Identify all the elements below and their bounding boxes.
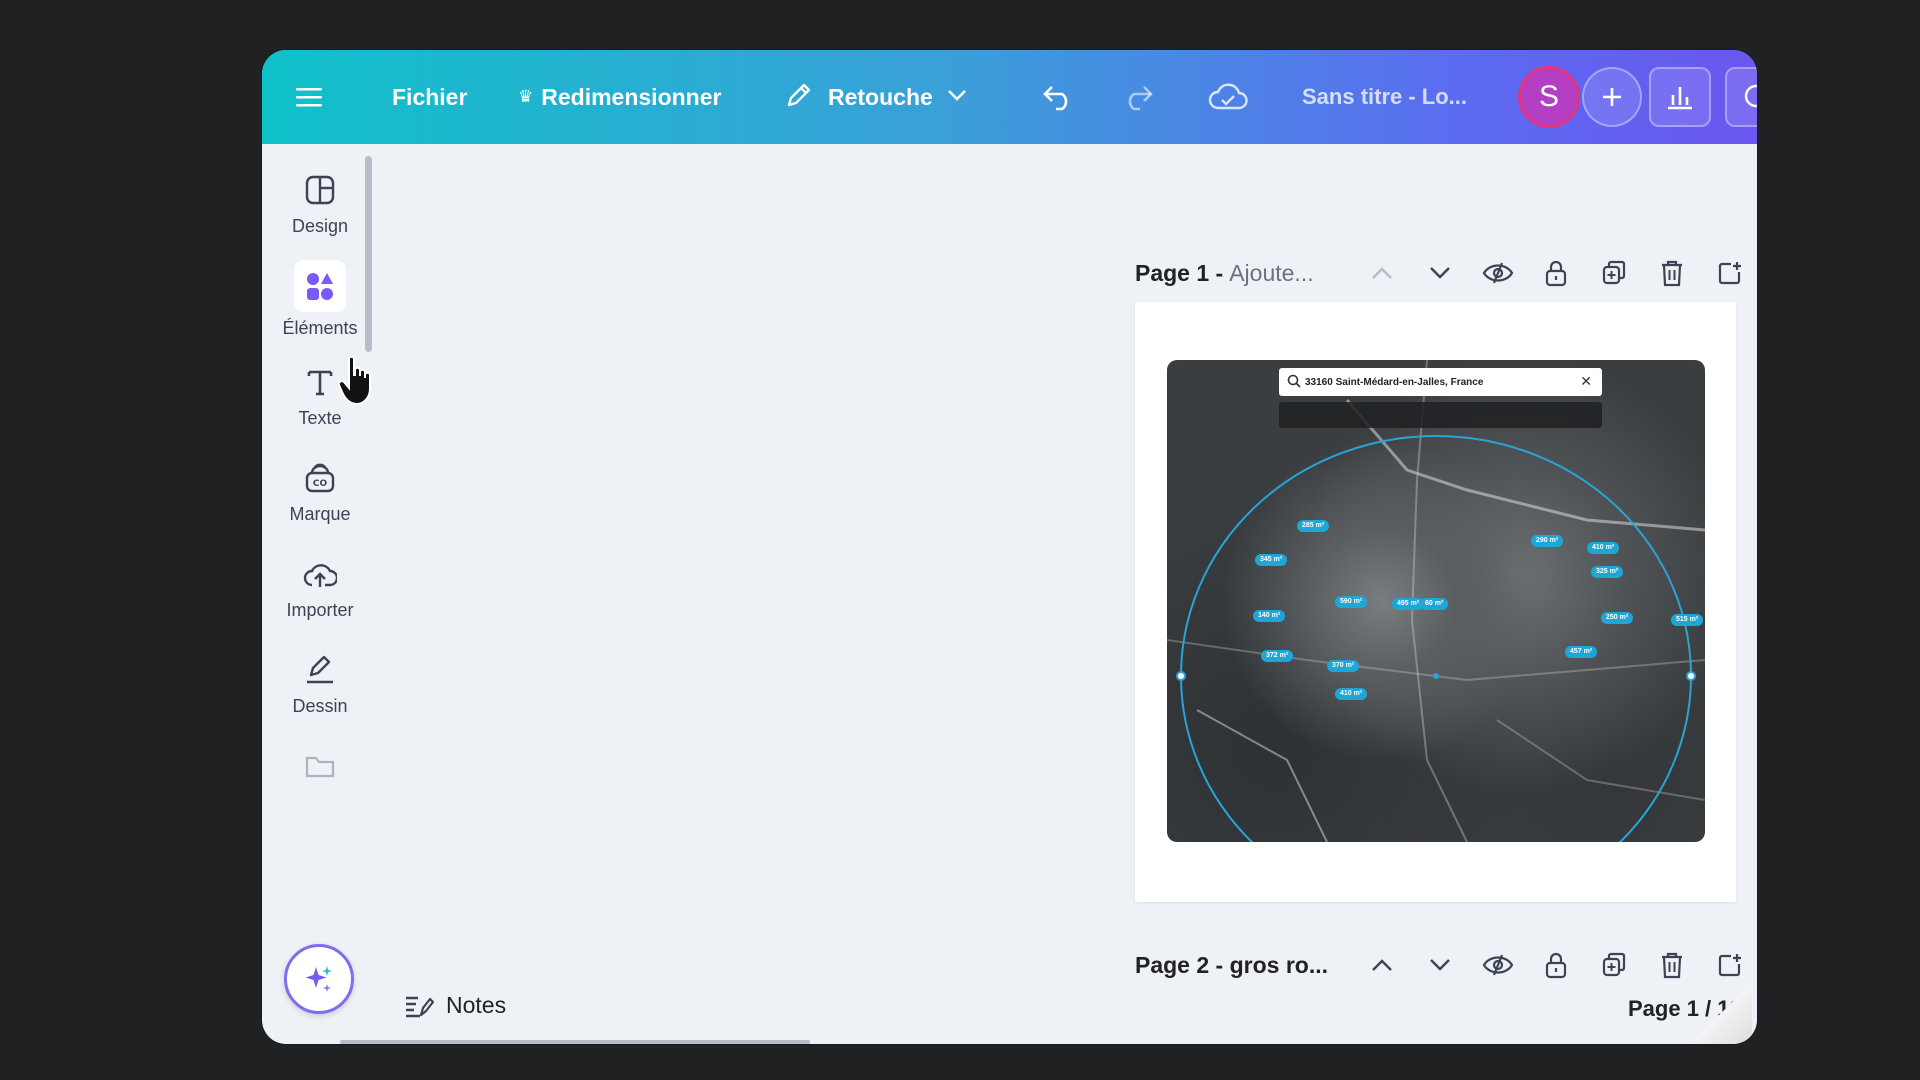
page-1-actions xyxy=(1353,253,1757,293)
sidebar-item-elements[interactable]: Éléments xyxy=(262,252,378,348)
page-2-header: Page 2 - gros ro... xyxy=(1135,945,1741,985)
map-search-bar[interactable]: 33160 Saint-Médard-en-Jalles, France ✕ xyxy=(1279,368,1602,396)
price-tag[interactable]: 590 m² xyxy=(1335,596,1368,608)
hide-eye-icon[interactable] xyxy=(1469,953,1527,977)
undo-icon[interactable] xyxy=(1042,50,1076,144)
page-1-header: Page 1 - Ajoute... xyxy=(1135,253,1741,293)
page-curl-decoration xyxy=(1682,990,1752,1044)
hand-cursor-icon xyxy=(337,355,379,412)
sidebar-item-label: Marque xyxy=(289,504,351,524)
sidebar-item-projects[interactable] xyxy=(262,732,378,828)
sidebar-item-label: Importer xyxy=(286,600,354,620)
file-menu-button[interactable]: Fichier xyxy=(392,50,467,144)
chevron-down-icon[interactable] xyxy=(1411,958,1469,972)
duplicate-icon[interactable] xyxy=(1585,952,1643,978)
notes-button[interactable]: Notes xyxy=(404,992,506,1019)
price-tag[interactable]: 457 m² xyxy=(1565,646,1598,658)
resize-button[interactable]: ♛ Redimensionner xyxy=(518,50,721,144)
top-bar: Fichier ♛ Redimensionner Retouche Sans t… xyxy=(262,50,1757,144)
bar-chart-icon xyxy=(1668,87,1692,110)
draw-icon xyxy=(300,650,340,690)
avatar[interactable]: S xyxy=(1518,66,1580,128)
satellite-map-image[interactable]: 33160 Saint-Médard-en-Jalles, France ✕ 2… xyxy=(1167,360,1705,842)
svg-text:CO: CO xyxy=(313,479,328,489)
price-tag[interactable]: 372 m² xyxy=(1261,650,1294,662)
edit-label: Retouche xyxy=(828,83,933,110)
text-icon xyxy=(300,362,340,402)
edit-menu-button[interactable]: Retouche xyxy=(784,50,967,144)
sidebar-scrollbar[interactable] xyxy=(365,156,372,352)
trash-icon[interactable] xyxy=(1643,951,1701,979)
price-tag[interactable]: 515 m² xyxy=(1671,614,1704,626)
brand-icon: CO xyxy=(300,458,340,498)
price-tag[interactable]: 325 m² xyxy=(1591,566,1624,578)
price-tag[interactable]: 140 m² xyxy=(1253,610,1286,622)
plus-icon xyxy=(1603,88,1621,106)
notes-icon xyxy=(406,996,434,1017)
price-tag[interactable]: 250 m² xyxy=(1601,612,1634,624)
price-tag[interactable]: 345 m² xyxy=(1255,554,1288,566)
left-sidebar: Design Éléments Texte CO Marque Importer xyxy=(262,144,378,1044)
magic-assistant-button[interactable] xyxy=(284,944,354,1014)
sidebar-item-design[interactable]: Design xyxy=(262,156,378,252)
redo-icon[interactable] xyxy=(1120,50,1154,144)
horizontal-scrollbar[interactable] xyxy=(340,1040,810,1044)
price-tag[interactable]: 410 m² xyxy=(1587,542,1620,554)
crown-icon: ♛ xyxy=(518,87,534,106)
sidebar-item-label: Design xyxy=(291,216,349,236)
sidebar-item-brand[interactable]: CO Marque xyxy=(262,444,378,540)
invite-plus-button[interactable] xyxy=(1582,67,1642,127)
insights-button[interactable] xyxy=(1649,67,1711,127)
document-title[interactable]: Sans titre - Lo... xyxy=(1302,50,1467,144)
price-tag[interactable]: 410 m² xyxy=(1335,688,1368,700)
pencil-icon xyxy=(784,80,814,115)
layout-icon xyxy=(300,170,340,210)
cloud-saved-icon[interactable] xyxy=(1208,50,1248,144)
price-tag[interactable]: 290 m² xyxy=(1531,535,1564,547)
page-1-subtitle[interactable]: Ajoute... xyxy=(1229,260,1313,287)
folder-icon xyxy=(300,746,340,786)
price-tag[interactable]: 370 m² xyxy=(1327,660,1360,672)
price-tag[interactable]: 285 m² xyxy=(1297,520,1330,532)
chevron-down-icon xyxy=(947,88,967,106)
menu-icon[interactable] xyxy=(296,50,322,144)
trash-icon[interactable] xyxy=(1643,259,1701,287)
sparkle-icon xyxy=(305,966,332,992)
app-window: Fichier ♛ Redimensionner Retouche Sans t… xyxy=(262,50,1757,1044)
sidebar-item-label: Dessin xyxy=(292,696,348,716)
notes-label: Notes xyxy=(446,992,507,1018)
sidebar-item-label: Texte xyxy=(298,408,342,428)
chevron-up-icon[interactable] xyxy=(1353,266,1411,280)
chevron-up-icon[interactable] xyxy=(1353,958,1411,972)
close-icon[interactable]: ✕ xyxy=(1580,373,1592,390)
page-2-title[interactable]: Page 2 - gros ro... xyxy=(1135,952,1328,979)
page-1-canvas[interactable]: 33160 Saint-Médard-en-Jalles, France ✕ 2… xyxy=(1135,302,1736,902)
lock-icon[interactable] xyxy=(1527,951,1585,979)
lock-icon[interactable] xyxy=(1527,259,1585,287)
add-page-icon[interactable] xyxy=(1701,260,1757,286)
chevron-down-icon[interactable] xyxy=(1411,266,1469,280)
search-icon xyxy=(1287,374,1301,391)
shapes-icon xyxy=(294,260,346,312)
comment-button[interactable] xyxy=(1725,67,1757,127)
sidebar-item-upload[interactable]: Importer xyxy=(262,540,378,636)
price-tag[interactable]: 60 m² xyxy=(1420,598,1449,610)
add-page-icon[interactable] xyxy=(1701,952,1757,978)
resize-label: Redimensionner xyxy=(541,83,722,110)
map-search-text: 33160 Saint-Médard-en-Jalles, France xyxy=(1305,376,1484,388)
map-toolbar[interactable] xyxy=(1279,402,1602,428)
page-2-actions xyxy=(1353,945,1757,985)
page-1-title[interactable]: Page 1 - xyxy=(1135,260,1223,287)
sidebar-item-label: Éléments xyxy=(282,318,358,338)
sidebar-item-draw[interactable]: Dessin xyxy=(262,636,378,732)
duplicate-icon[interactable] xyxy=(1585,260,1643,286)
upload-cloud-icon xyxy=(300,554,340,594)
comment-icon xyxy=(1744,84,1757,108)
hide-eye-icon[interactable] xyxy=(1469,261,1527,285)
